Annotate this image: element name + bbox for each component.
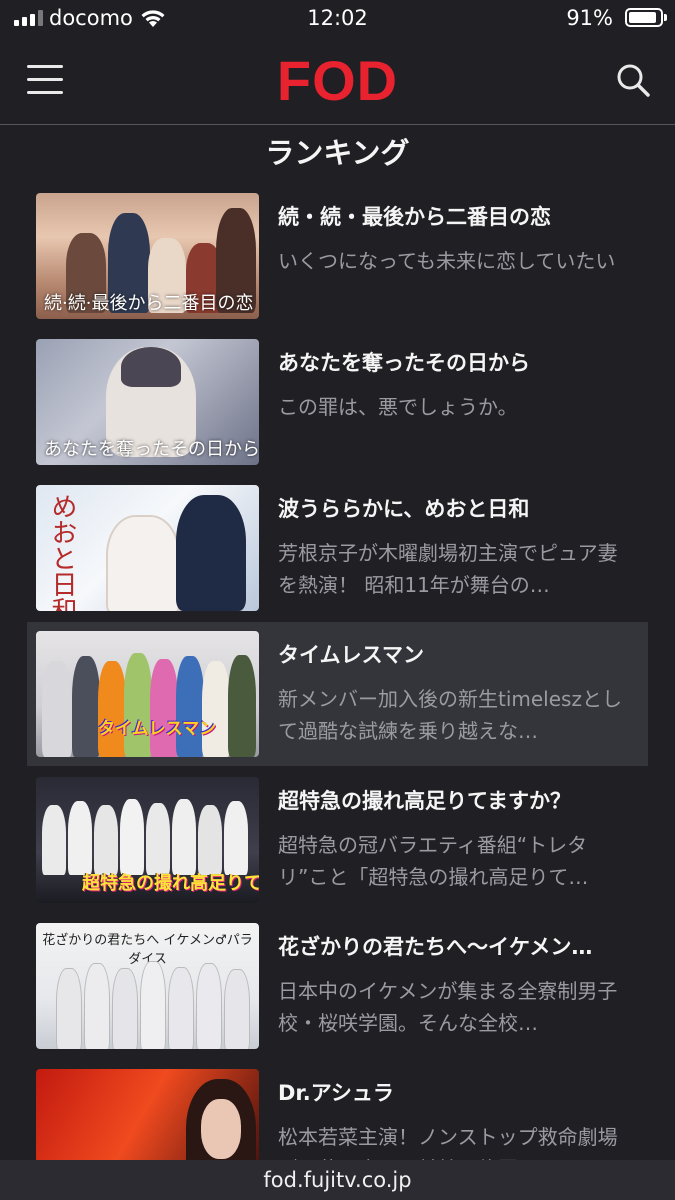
battery-icon [625, 8, 667, 27]
item-description: 超特急の冠バラエティ番組“トレタリ”こと「超特急の撮れ高足りて… [278, 833, 589, 889]
thumbnail-image[interactable]: 続·続·最後から二番目の恋 [36, 193, 259, 319]
item-title[interactable]: 超特急の撮れ高足りてますか？ [278, 785, 638, 815]
thumbnail-caption: タイムレスマン [98, 719, 217, 739]
status-bar: docomo 12:02 91% [0, 0, 675, 38]
item-title[interactable]: Dr.アシュラ [278, 1077, 638, 1107]
list-item[interactable]: 続·続·最後から二番目の恋 続・続・最後から二番目の恋 いくつになっても未来に恋… [0, 193, 675, 339]
list-item[interactable]: タイムレスマン タイムレスマン 新メンバー加入後の新生timeleszとして過酷… [0, 622, 675, 777]
item-title[interactable]: 続・続・最後から二番目の恋 [278, 201, 638, 231]
thumbnail-image[interactable]: 花ざかりの君たちへ イケメン♂パラダイス [36, 923, 259, 1049]
thumbnail-caption: 超特急の撮れ高足りてますか2 [82, 873, 259, 894]
item-title[interactable]: 波うららかに、めおと日和 [278, 493, 638, 523]
item-description: 芳根京子が木曜劇場初主演でピュア妻を熱演！ 昭和11年が舞台の… [278, 541, 618, 597]
thumbnail-caption: あなたを奪ったその日から [44, 439, 259, 460]
thumbnail-image[interactable]: タイムレスマン [36, 631, 259, 757]
list-item[interactable]: あなたを奪ったその日から あなたを奪ったその日から この罪は、悪でしょうか。 [0, 339, 675, 485]
battery-fill [629, 12, 657, 23]
app-header: FOD [0, 38, 675, 125]
list-item[interactable]: めおと日和 波うららかに、めおと日和 芳根京子が木曜劇場初主演でピュア妻を熱演！… [0, 485, 675, 631]
screen: docomo 12:02 91% FOD ランキング 続·続·最後から二番目の恋… [0, 0, 675, 1200]
thumbnail-image[interactable]: 超特急の撮れ高足りてますか2 [36, 777, 259, 903]
search-icon[interactable] [615, 62, 651, 98]
item-description: 新メンバー加入後の新生timeleszとして過酷な試練を乗り越えな… [278, 687, 622, 743]
battery-percentage: 91% [566, 6, 613, 30]
list-item[interactable]: 花ざかりの君たちへ イケメン♂パラダイス 花ざかりの君たちへ〜イケメン… 日本中… [0, 923, 675, 1069]
page-title: ランキング [265, 136, 410, 170]
thumbnail-caption: めおと日和 [47, 493, 77, 611]
ranking-list: 続·続·最後から二番目の恋 続・続・最後から二番目の恋 いくつになっても未来に恋… [0, 193, 675, 1200]
item-description: いくつになっても未来に恋していたい [278, 249, 616, 273]
list-item[interactable]: 超特急の撮れ高足りてますか2 超特急の撮れ高足りてますか？ 超特急の冠バラエティ… [0, 777, 675, 923]
fod-logo[interactable]: FOD [0, 48, 675, 113]
item-title[interactable]: あなたを奪ったその日から [278, 347, 638, 377]
browser-url-bar[interactable]: fod.fujitv.co.jp [0, 1160, 675, 1200]
thumbnail-image[interactable]: あなたを奪ったその日から [36, 339, 259, 465]
thumbnail-caption: 続·続·最後から二番目の恋 [44, 293, 254, 314]
item-description: 日本中のイケメンが集まる全寮制男子校・桜咲学園。そんな全校… [278, 979, 618, 1035]
item-description: この罪は、悪でしょうか。 [278, 395, 518, 419]
item-title[interactable]: タイムレスマン [278, 639, 638, 669]
item-title[interactable]: 花ざかりの君たちへ〜イケメン… [278, 931, 638, 961]
thumbnail-image[interactable]: めおと日和 [36, 485, 259, 611]
